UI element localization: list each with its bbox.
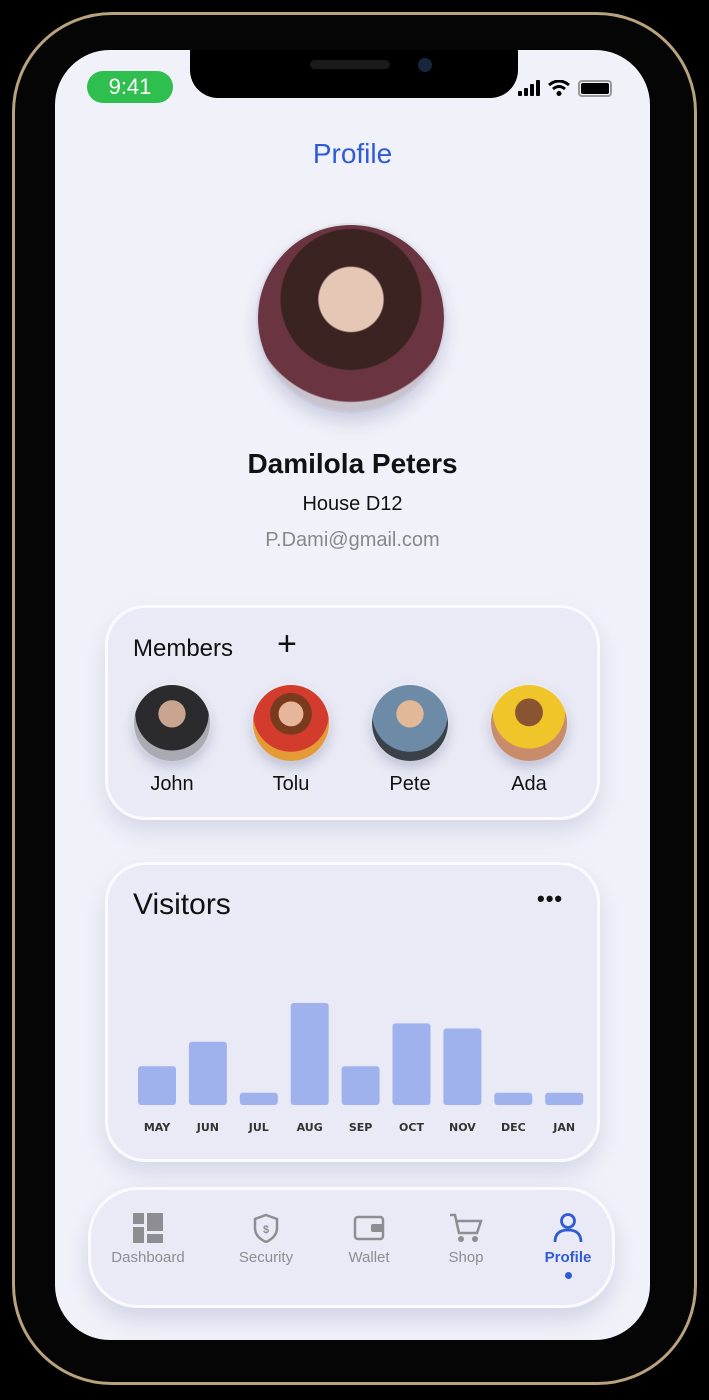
wallet-icon: [353, 1215, 385, 1241]
x-tick-label: JUN: [196, 1121, 219, 1134]
x-tick-label: AUG: [297, 1121, 323, 1134]
nav-label: Wallet: [348, 1249, 390, 1266]
x-tick-label: MAY: [144, 1121, 171, 1134]
bar-jan: [545, 1092, 584, 1105]
notch: [190, 50, 518, 98]
x-tick-label: JAN: [552, 1121, 575, 1134]
member-avatar: [134, 685, 210, 761]
shield-icon: $: [253, 1213, 279, 1243]
profile-house: House D12: [302, 493, 403, 515]
members-card: Members + John Tolu Pete Ada: [105, 605, 600, 820]
member-avatar: [372, 685, 448, 761]
cart-icon: [450, 1213, 483, 1242]
camera: [418, 58, 432, 72]
member-name: Ada: [511, 773, 547, 795]
nav-label: Profile: [544, 1249, 592, 1266]
bar-jul: [239, 1092, 278, 1105]
screen: 9:41 Profile Damilola Peters House D12 P…: [55, 50, 650, 1340]
svg-text:$: $: [263, 1224, 269, 1236]
profile-email: P.Dami@gmail.com: [265, 529, 440, 551]
page-title: Profile: [312, 138, 393, 169]
member-avatar: [491, 685, 567, 761]
profile-name: Damilola Peters: [247, 448, 458, 479]
x-tick-label: NOV: [449, 1121, 476, 1134]
signal-icon: [518, 80, 540, 96]
nav-label: Security: [238, 1249, 294, 1266]
bar-oct: [392, 1023, 431, 1105]
member-name: John: [150, 773, 194, 795]
x-tick-label: DEC: [501, 1121, 526, 1134]
nav-dashboard[interactable]: Dashboard: [98, 1213, 198, 1266]
visitors-card: MAY JUN JUL AUG SEP OCT NOV DEC JAN Visitors •••: [105, 862, 600, 1162]
bar-may: [138, 1066, 176, 1105]
profile-avatar[interactable]: [258, 225, 444, 411]
bar-aug: [290, 1003, 329, 1105]
bar-sep: [341, 1066, 380, 1105]
visitors-title: Visitors: [133, 888, 231, 921]
nav-profile[interactable]: Profile: [518, 1213, 618, 1279]
battery-icon: [578, 79, 612, 97]
member-john[interactable]: John: [122, 685, 222, 796]
dashboard-icon: [133, 1213, 163, 1243]
nav-label: Dashboard: [111, 1249, 185, 1266]
member-name: Pete: [389, 773, 431, 795]
more-horizontal-icon[interactable]: •••: [537, 886, 563, 912]
nav-wallet[interactable]: Wallet: [319, 1213, 419, 1266]
bar-nov: [443, 1028, 482, 1105]
nav-security[interactable]: $ Security: [216, 1213, 316, 1266]
nav-shop[interactable]: Shop: [416, 1213, 516, 1266]
member-name: Tolu: [272, 773, 310, 795]
member-tolu[interactable]: Tolu: [241, 685, 341, 796]
speaker: [310, 60, 390, 69]
member-ada[interactable]: Ada: [479, 685, 579, 796]
bar-jun: [188, 1041, 227, 1105]
user-icon: [553, 1213, 583, 1243]
wifi-icon: [548, 80, 570, 96]
member-pete[interactable]: Pete: [360, 685, 460, 796]
x-tick-label: SEP: [349, 1121, 373, 1134]
x-tick-label: OCT: [399, 1121, 424, 1134]
status-icons: [518, 78, 612, 98]
x-tick-label: JUL: [248, 1121, 269, 1134]
bar-dec: [494, 1092, 533, 1105]
member-avatar: [253, 685, 329, 761]
nav-label: Shop: [448, 1249, 484, 1266]
bottom-nav: Dashboard $ Security Wallet Shop Profile: [88, 1187, 615, 1308]
members-label: Members: [133, 635, 234, 662]
active-indicator: [564, 1272, 572, 1279]
status-time: 9:41: [87, 71, 173, 103]
plus-icon[interactable]: +: [277, 627, 297, 661]
